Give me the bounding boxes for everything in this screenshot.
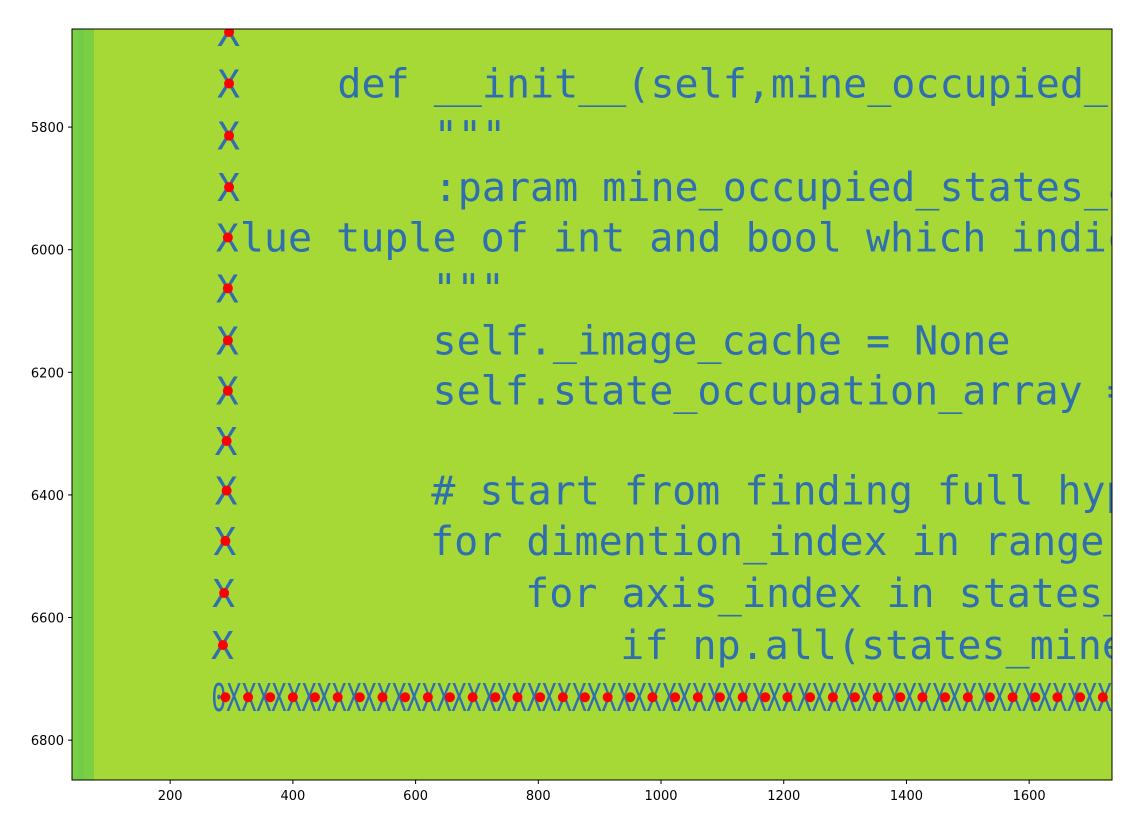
data-point: [1075, 692, 1086, 703]
code-line-text: self.state_occupation_array = n: [240, 369, 1137, 415]
code-line-text: self._image_cache = None: [240, 318, 1011, 364]
data-point: [1007, 692, 1018, 703]
x-tick-label: 800: [526, 789, 551, 804]
code-line-text: for dimention_index in range(le: [237, 519, 1137, 565]
code-line-text: lue tuple of int and bool which indicat: [240, 215, 1137, 261]
data-point: [602, 692, 613, 703]
x-tick-label: 1400: [890, 789, 923, 804]
data-point: [224, 182, 235, 193]
x-axis: 200 400 600 800 1000 1200 1400 1600: [158, 780, 1046, 804]
data-point: [692, 692, 703, 703]
data-point: [647, 692, 658, 703]
code-line-text: """: [240, 266, 505, 312]
data-point: [332, 692, 343, 703]
image-left-edge-line: [78, 29, 84, 780]
data-point: [535, 692, 546, 703]
data-point: [872, 692, 883, 703]
y-tick-label: 6600: [31, 612, 64, 627]
code-bottom-row: 0XXXXXXXXXXXXXXXXXXXXXXXXXXXXXXXXXXXXXXX…: [211, 676, 1112, 720]
x-tick-label: 200: [158, 789, 183, 804]
data-point: [224, 78, 235, 89]
code-line-text: :param mine_occupied_states_arr: [241, 165, 1137, 211]
data-point: [354, 692, 365, 703]
data-point: [265, 692, 276, 703]
data-point: [1097, 692, 1108, 703]
x-tick-label: 1600: [1013, 789, 1046, 804]
data-point: [714, 692, 725, 703]
data-point: [221, 435, 232, 446]
x-tick-label: 1200: [767, 789, 800, 804]
y-tick-label: 6800: [31, 734, 64, 749]
figure: XX def __init__(self,mine_occupied_staX …: [31, 28, 1137, 804]
data-point: [422, 692, 433, 703]
data-point: [224, 130, 235, 141]
code-line-text: def __init__(self,mine_occupied_sta: [241, 62, 1137, 108]
data-point: [1030, 692, 1041, 703]
data-point: [377, 692, 388, 703]
data-point: [557, 692, 568, 703]
data-point: [217, 640, 228, 651]
data-point: [222, 335, 233, 346]
code-line-text: # start from finding full hyper: [239, 469, 1137, 515]
data-point: [782, 692, 793, 703]
data-point: [444, 692, 455, 703]
data-point: [962, 692, 973, 703]
data-point: [917, 692, 928, 703]
data-point: [1052, 692, 1063, 703]
data-point: [737, 692, 748, 703]
data-point: [220, 692, 231, 703]
x-tick-label: 1000: [644, 789, 677, 804]
x-tick-label: 600: [403, 789, 428, 804]
data-point: [895, 692, 906, 703]
data-point: [940, 692, 951, 703]
data-point: [220, 535, 231, 546]
data-point: [400, 692, 411, 703]
y-tick-label: 6200: [31, 366, 64, 381]
data-point: [222, 283, 233, 294]
data-point: [670, 692, 681, 703]
data-point: [287, 692, 298, 703]
code-line-text: """: [241, 114, 506, 160]
data-point: [579, 692, 590, 703]
x-tick-label: 400: [280, 789, 305, 804]
data-point: [309, 692, 320, 703]
y-tick-label: 5800: [31, 121, 64, 136]
code-line-text: for axis_index in states_mi: [236, 571, 1137, 617]
data-point: [805, 692, 816, 703]
y-axis: 5800 6000 6200 6400 6600 6800: [31, 121, 72, 749]
data-point: [490, 692, 501, 703]
data-point: [625, 692, 636, 703]
data-point: [827, 692, 838, 703]
data-point: [760, 692, 771, 703]
y-tick-label: 6000: [31, 244, 64, 259]
data-point: [221, 485, 232, 496]
data-point: [512, 692, 523, 703]
code-line-text: if np.all(states_mine_a: [235, 623, 1137, 669]
data-point: [849, 692, 860, 703]
data-point: [467, 692, 478, 703]
data-point: [222, 385, 233, 396]
data-point: [984, 692, 995, 703]
data-point: [219, 588, 230, 599]
data-point: [243, 692, 254, 703]
plot-area: XX def __init__(self,mine_occupied_staX …: [72, 29, 1137, 780]
data-point: [222, 232, 233, 243]
y-tick-label: 6400: [31, 489, 64, 504]
